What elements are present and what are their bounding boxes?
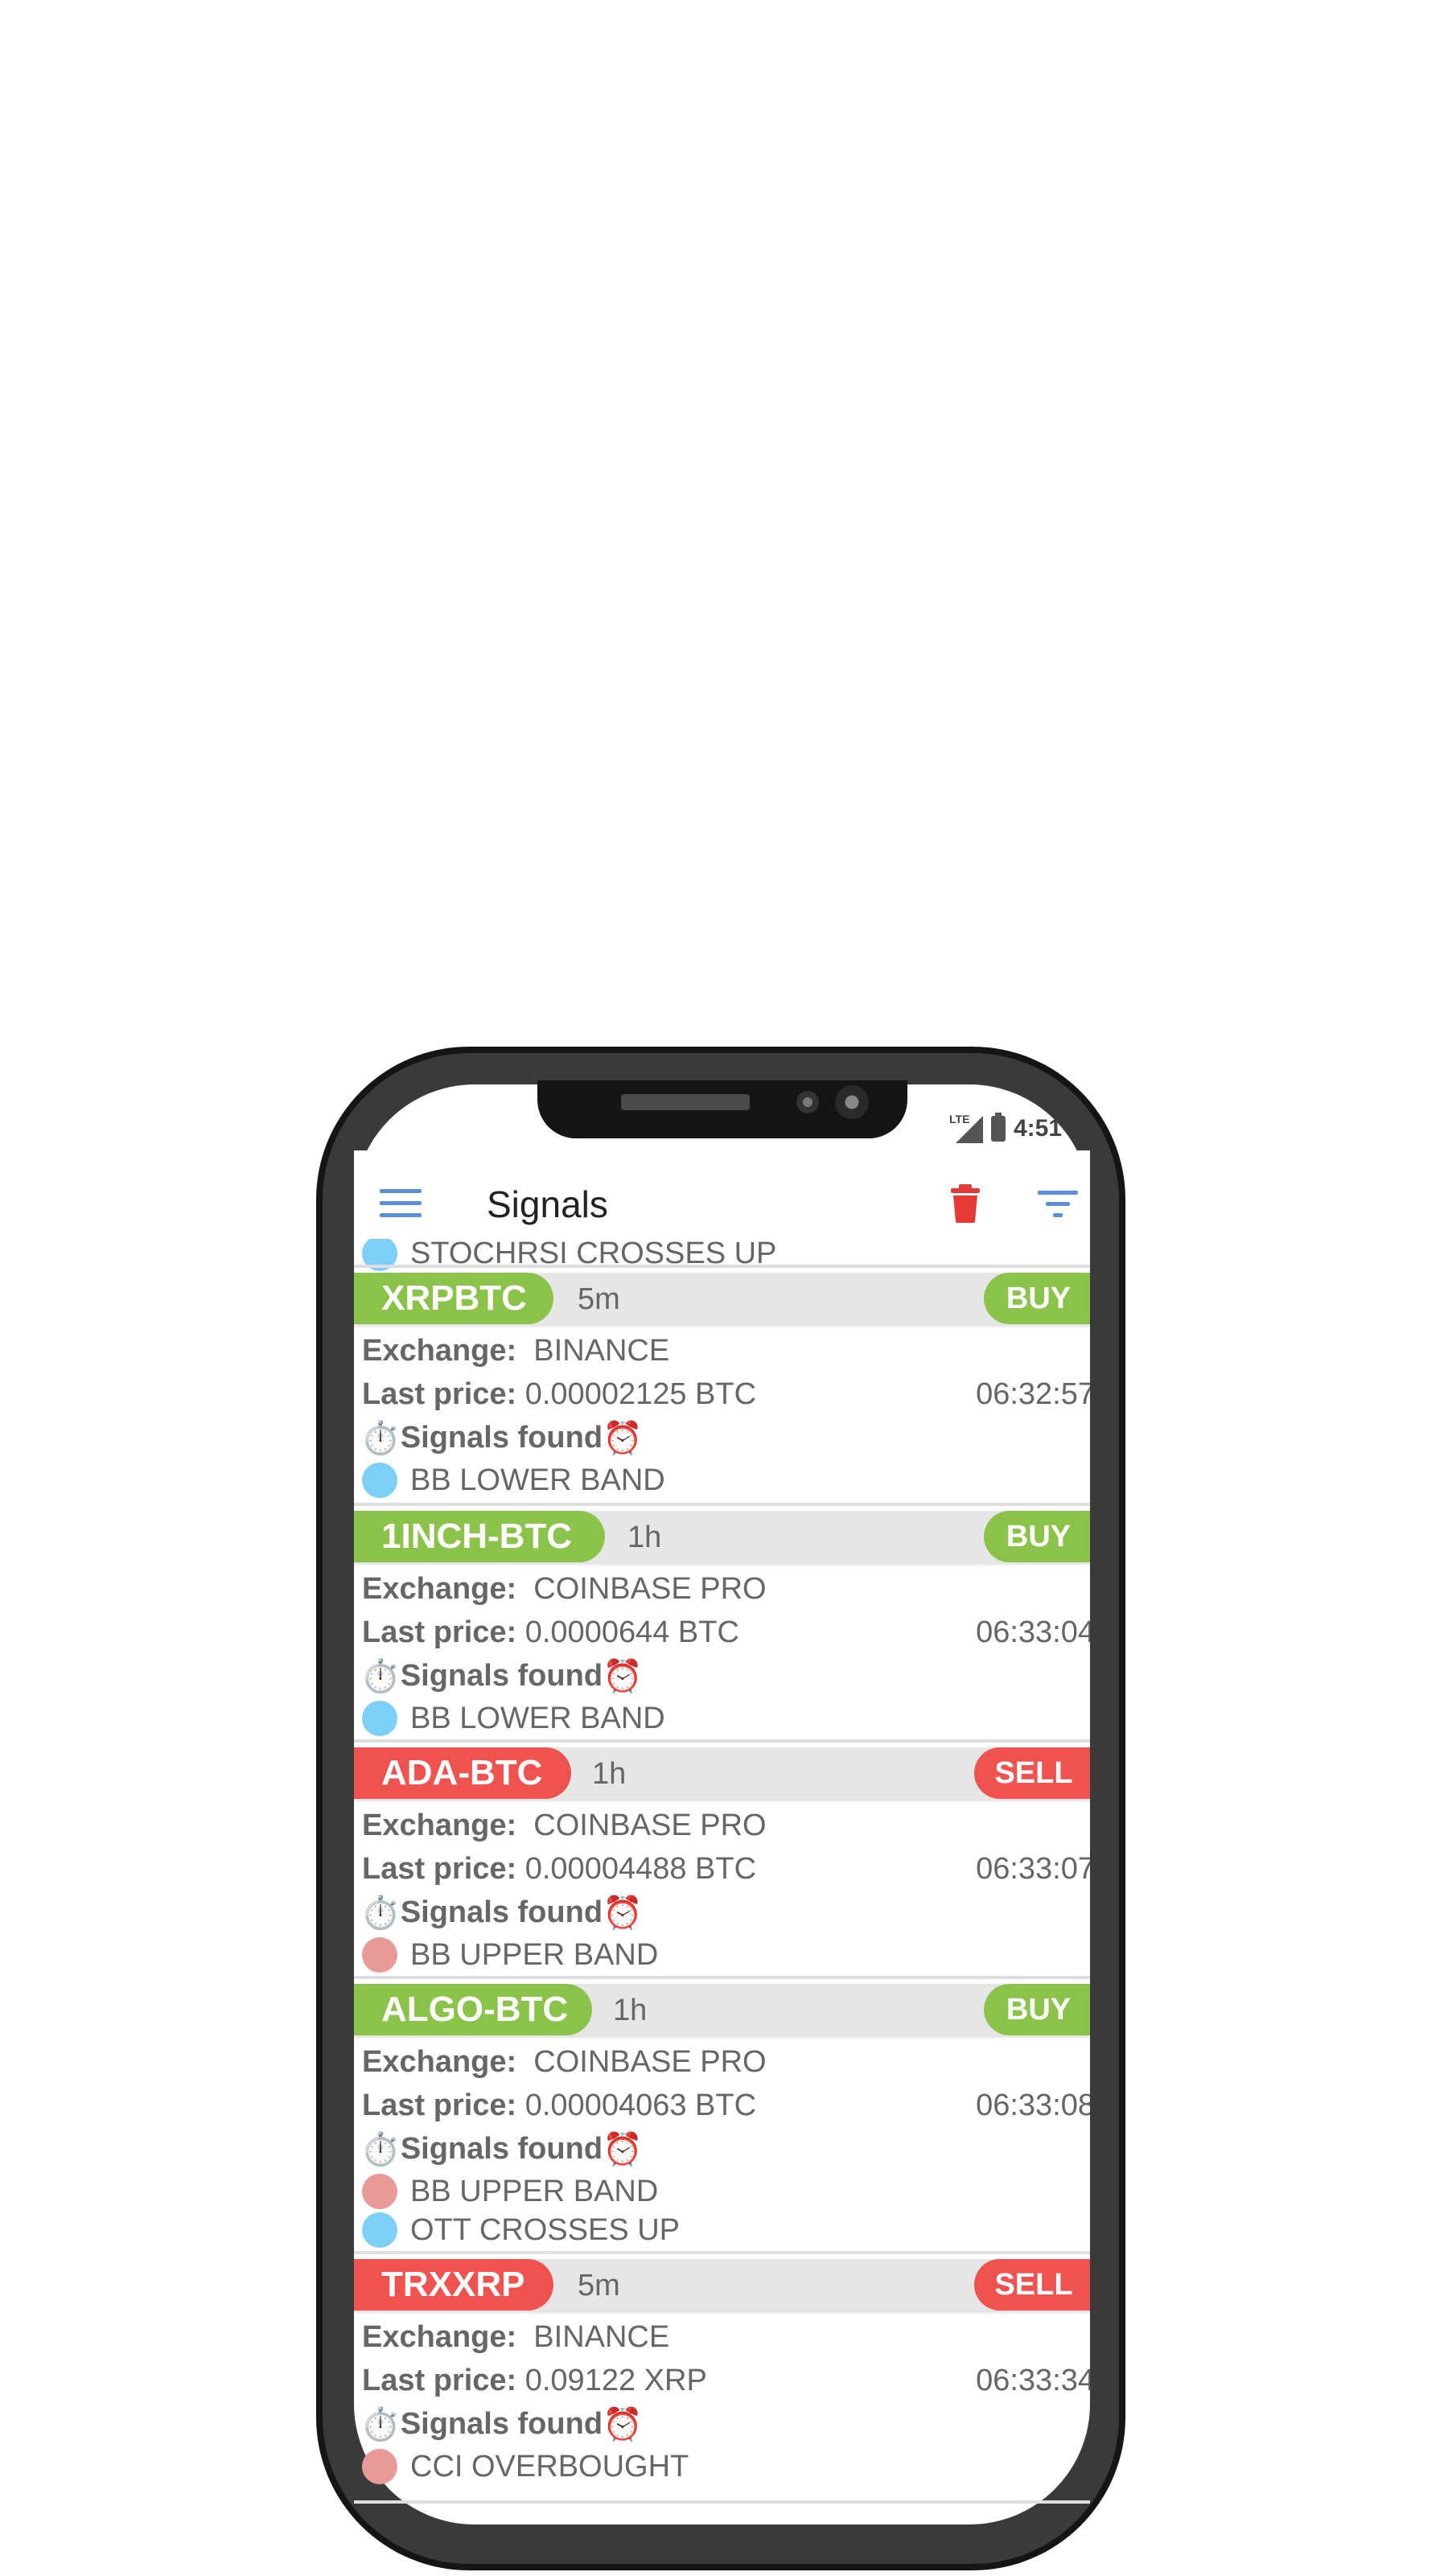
signal-badge[interactable]: BUY — [984, 1273, 1090, 1324]
price-row: Last price: 0.00004488 BTC — [362, 1852, 757, 1886]
exchange-row: Exchange: COINBASE PRO — [362, 1572, 767, 1606]
pair-badge[interactable]: XRPBTC — [354, 1273, 553, 1324]
price-row: Last price: 0.0000644 BTC — [362, 1615, 739, 1649]
exchange-row: Exchange: COINBASE PRO — [362, 1809, 767, 1842]
indicator-row: OTT CROSSES UP — [362, 2212, 680, 2248]
exchange-row: Exchange: COINBASE PRO — [362, 2045, 767, 2079]
battery-icon — [991, 1113, 1006, 1142]
signal-badge[interactable]: SELL — [974, 1747, 1090, 1799]
card-divider — [354, 2500, 1090, 2504]
indicator-dot — [362, 1937, 397, 1973]
alarm-clock-icon: ⏰ — [603, 2132, 643, 2167]
menu-icon[interactable] — [380, 1189, 422, 1218]
signals-found-heading: ⏱️ Signals found ⏰ — [360, 1421, 643, 1456]
exchange-value: COINBASE PRO — [533, 2045, 767, 2079]
front-sensor — [796, 1091, 819, 1113]
indicator-dot — [362, 2174, 397, 2209]
indicator-row: BB LOWER BAND — [362, 1701, 665, 1736]
alarm-clock-icon: ⏱️ — [360, 1421, 401, 1456]
indicator-dot — [362, 1463, 397, 1498]
price-value: 0.0000644 BTC — [524, 1615, 739, 1649]
price-value: 0.00002125 BTC — [524, 1377, 757, 1411]
delete-icon[interactable] — [951, 1184, 980, 1223]
timeframe-label: 1h — [627, 1520, 662, 1554]
indicator-row: BB UPPER BAND — [362, 2174, 658, 2209]
indicator-dot — [362, 2449, 397, 2484]
signal-badge[interactable]: SELL — [974, 2259, 1090, 2311]
price-row: Last price: 0.00004063 BTC — [362, 2088, 757, 2122]
card-divider — [354, 1503, 1090, 1506]
alarm-clock-icon: ⏱️ — [360, 1659, 401, 1694]
indicator-row: CCI OVERBOUGHT — [362, 2449, 689, 2484]
alarm-clock-icon: ⏱️ — [360, 2407, 401, 2442]
pair-badge[interactable]: 1INCH-BTC — [354, 1511, 605, 1562]
signal-time: 06:32:57 — [976, 1377, 1090, 1411]
exchange-value: BINANCE — [533, 1334, 670, 1368]
price-value: 0.09122 XRP — [524, 2364, 707, 2397]
card-divider — [354, 1739, 1090, 1743]
status-bar: LTE 4:51 — [949, 1113, 1062, 1145]
signals-found-heading: ⏱️ Signals found ⏰ — [360, 1895, 643, 1931]
exchange-row: Exchange: BINANCE — [362, 2320, 670, 2354]
indicator-row: BB LOWER BAND — [362, 1463, 665, 1498]
exchange-value: COINBASE PRO — [533, 1572, 767, 1606]
indicator-row: BB UPPER BAND — [362, 1937, 658, 1973]
front-camera — [835, 1085, 869, 1119]
card-divider — [354, 1976, 1090, 1979]
card-divider — [354, 1265, 1090, 1268]
timeframe-label: 1h — [592, 1757, 627, 1791]
timeframe-label: 5m — [578, 2269, 620, 2302]
signals-found-heading: ⏱️ Signals found ⏰ — [360, 1659, 643, 1694]
pair-badge[interactable]: TRXXRP — [354, 2259, 553, 2311]
price-value: 0.00004488 BTC — [524, 1852, 757, 1886]
indicator-dot — [362, 1701, 397, 1736]
signal-time: 06:33:07 — [976, 1852, 1090, 1886]
signal-strength-icon: LTE — [949, 1113, 983, 1143]
alarm-clock-icon: ⏰ — [603, 1895, 643, 1931]
card-divider — [354, 2251, 1090, 2254]
price-value: 0.00004063 BTC — [524, 2088, 757, 2122]
pair-badge[interactable]: ALGO-BTC — [354, 1984, 592, 2035]
page-title: Signals — [487, 1183, 608, 1225]
timeframe-label: 1h — [613, 1994, 648, 2027]
signal-list[interactable]: STOCHRSI CROSSES UP XRPBTC 5m BUY Exchange:… — [354, 1239, 1090, 2525]
exchange-value: COINBASE PRO — [533, 1809, 767, 1842]
alarm-clock-icon: ⏰ — [603, 1421, 643, 1456]
indicator-dot — [362, 2212, 397, 2248]
exchange-row: Exchange: BINANCE — [362, 1334, 670, 1368]
signals-found-heading: ⏱️ Signals found ⏰ — [360, 2407, 643, 2442]
clock-time: 4:51 — [1014, 1115, 1063, 1142]
price-row: Last price: 0.09122 XRP — [362, 2364, 707, 2397]
signal-time: 06:33:34 — [976, 2364, 1090, 2397]
timeframe-label: 5m — [578, 1282, 620, 1316]
signals-found-heading: ⏱️ Signals found ⏰ — [360, 2132, 643, 2167]
alarm-clock-icon: ⏰ — [603, 1659, 643, 1694]
phone-speaker — [621, 1094, 750, 1110]
signal-badge[interactable]: BUY — [984, 1511, 1090, 1562]
signal-badge[interactable]: BUY — [984, 1984, 1090, 2035]
pair-badge[interactable]: ADA-BTC — [354, 1747, 571, 1799]
alarm-clock-icon: ⏰ — [603, 2407, 643, 2442]
alarm-clock-icon: ⏱️ — [360, 1895, 401, 1931]
price-row: Last price: 0.00002125 BTC — [362, 1377, 757, 1411]
signal-time: 06:33:04 — [976, 1615, 1090, 1649]
alarm-clock-icon: ⏱️ — [360, 2132, 401, 2167]
signal-time: 06:33:08 — [976, 2088, 1090, 2122]
filter-icon[interactable] — [1038, 1189, 1078, 1220]
exchange-value: BINANCE — [533, 2320, 670, 2354]
